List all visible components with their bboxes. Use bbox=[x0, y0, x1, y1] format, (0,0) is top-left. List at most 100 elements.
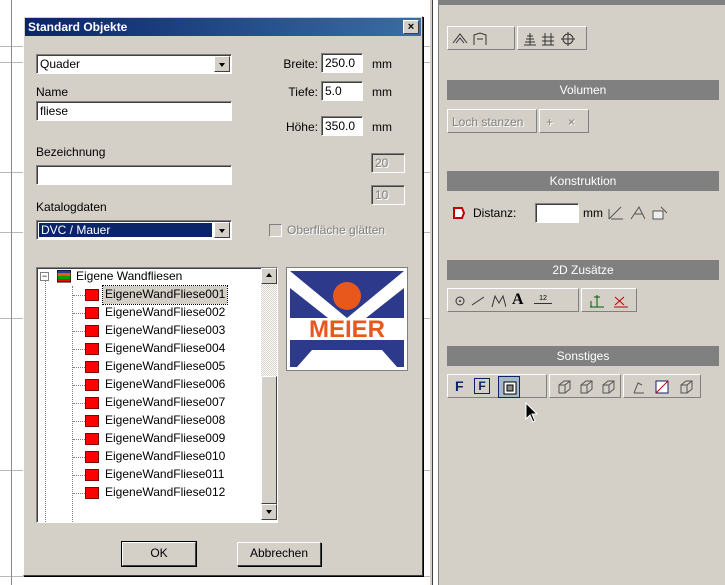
tree-line bbox=[73, 295, 85, 296]
tree-line bbox=[73, 421, 85, 422]
minus-icon[interactable]: × bbox=[568, 115, 575, 129]
zusaetze-toolbar: A 12 bbox=[447, 288, 647, 312]
collapse-icon[interactable]: − bbox=[40, 272, 49, 281]
distance-icon[interactable] bbox=[451, 205, 467, 221]
vertical-dimension-icon[interactable] bbox=[588, 293, 604, 309]
grid-line bbox=[11, 0, 12, 585]
loch-stanzen-label: Loch stanzen bbox=[452, 115, 524, 129]
distanz-field[interactable] bbox=[535, 203, 579, 223]
box-3d-icon[interactable] bbox=[556, 379, 572, 395]
chevron-down-icon[interactable] bbox=[214, 56, 230, 72]
object-snap-icon[interactable] bbox=[651, 205, 667, 221]
scroll-up-button[interactable] bbox=[261, 268, 277, 284]
name-label: Name bbox=[36, 85, 69, 99]
font-icon[interactable]: F bbox=[455, 378, 464, 394]
gradient-icon[interactable] bbox=[654, 379, 670, 395]
tree-item[interactable]: EigeneWandFliese002 bbox=[103, 304, 227, 322]
tree-line bbox=[73, 457, 85, 458]
polyline-icon[interactable] bbox=[490, 293, 506, 309]
shape-combo[interactable]: Quader bbox=[36, 54, 232, 74]
logo-text: MEIER bbox=[309, 316, 385, 343]
tree-line bbox=[73, 403, 85, 404]
tree-item[interactable]: EigeneWandFliese003 bbox=[103, 322, 227, 340]
tiefe-unit: mm bbox=[372, 85, 392, 99]
prism-3d-icon[interactable] bbox=[600, 379, 616, 395]
tree-item[interactable]: EigeneWandFliese007 bbox=[103, 394, 227, 412]
tree-root-label[interactable]: Eigene Wandfliesen bbox=[76, 268, 182, 286]
plus-icon[interactable]: + bbox=[546, 115, 553, 129]
konstruktion-toolbar: Distanz: mm bbox=[447, 201, 697, 225]
tree-line bbox=[73, 313, 85, 314]
spin-field-1-value: 20 bbox=[375, 156, 389, 170]
loch-stanzen-button[interactable]: Loch stanzen bbox=[447, 109, 537, 133]
section-header-volumen: Volumen bbox=[447, 80, 719, 100]
toolbar-group bbox=[447, 26, 515, 50]
ok-button[interactable]: OK bbox=[121, 541, 197, 567]
volumen-toolbar: Loch stanzen + × bbox=[447, 109, 597, 133]
spiral-stair-icon[interactable] bbox=[560, 31, 576, 47]
oberflaeche-checkbox bbox=[269, 224, 282, 237]
text-tool-icon[interactable]: A bbox=[512, 291, 524, 309]
name-field[interactable]: fliese bbox=[36, 101, 232, 121]
line-icon[interactable] bbox=[470, 293, 486, 309]
tree-line bbox=[73, 475, 85, 476]
font-frame-icon[interactable]: F bbox=[474, 378, 490, 394]
point-icon[interactable] bbox=[452, 293, 468, 309]
splitter-edge bbox=[432, 0, 433, 585]
axis-icon[interactable] bbox=[630, 379, 646, 395]
tiefe-field[interactable]: 5.0 bbox=[321, 81, 363, 101]
tool-panel: Volumen Loch stanzen + × Konstruktion Di… bbox=[438, 0, 725, 585]
bezeichnung-field[interactable] bbox=[36, 165, 232, 185]
scroll-down-button[interactable] bbox=[261, 504, 277, 520]
tree-item[interactable]: EigeneWandFliese009 bbox=[103, 430, 227, 448]
snap-icon[interactable] bbox=[629, 205, 645, 221]
tile-icon bbox=[85, 325, 99, 337]
toolbar-group bbox=[517, 26, 587, 50]
toolbar-group: F F bbox=[447, 374, 547, 398]
oberflaeche-label: Oberfläche glätten bbox=[287, 223, 386, 237]
grid-line bbox=[0, 576, 430, 577]
tree-item[interactable]: EigeneWandFliese008 bbox=[103, 412, 227, 430]
stairs-icon[interactable] bbox=[522, 31, 538, 47]
section-header-2d-zusaetze: 2D Zusätze bbox=[447, 260, 719, 280]
tree-item[interactable]: EigeneWandFliese010 bbox=[103, 448, 227, 466]
tree-line bbox=[73, 493, 85, 494]
breite-field[interactable]: 250.0 bbox=[321, 53, 363, 73]
dialog-titlebar[interactable]: Standard Objekte × bbox=[25, 18, 421, 36]
tile-icon bbox=[85, 361, 99, 373]
spin-field-2-value: 10 bbox=[375, 188, 389, 202]
volumen-ops-group: + × bbox=[539, 109, 589, 133]
tile-icon bbox=[85, 343, 99, 355]
library-object-button[interactable] bbox=[498, 376, 520, 398]
frame-icon[interactable] bbox=[472, 31, 488, 47]
distanz-label: Distanz: bbox=[473, 206, 517, 220]
tree-item[interactable]: EigeneWandFliese011 bbox=[103, 466, 226, 484]
tiefe-field-value: 5.0 bbox=[325, 84, 342, 98]
measure-icon[interactable] bbox=[607, 205, 623, 221]
tree-scrollbar[interactable] bbox=[261, 268, 277, 520]
close-button[interactable]: × bbox=[403, 20, 419, 34]
wireframe-cube-icon[interactable] bbox=[678, 379, 694, 395]
katalog-combo[interactable]: DVC / Mauer bbox=[36, 220, 232, 240]
bezeichnung-label: Bezeichnung bbox=[36, 145, 106, 159]
dimension-icon[interactable]: 12 bbox=[534, 295, 552, 304]
name-field-value: fliese bbox=[40, 104, 69, 118]
hoehe-field[interactable]: 350.0 bbox=[321, 116, 363, 136]
tree-item[interactable]: EigeneWandFliese001 bbox=[101, 285, 229, 305]
tree-line bbox=[73, 349, 85, 350]
section-header-sonstiges: Sonstiges bbox=[447, 346, 719, 366]
tree-item[interactable]: EigeneWandFliese004 bbox=[103, 340, 227, 358]
tile-icon bbox=[85, 433, 99, 445]
tree-item[interactable]: EigeneWandFliese006 bbox=[103, 376, 227, 394]
fliesen-tree[interactable]: − Eigene Wandfliesen EigeneWandFliese001… bbox=[36, 267, 278, 523]
scroll-thumb[interactable] bbox=[261, 376, 277, 504]
delete-dimension-icon[interactable] bbox=[612, 293, 628, 309]
stairs-2-icon[interactable] bbox=[540, 31, 556, 47]
chevron-down-icon[interactable] bbox=[214, 222, 230, 238]
cancel-button[interactable]: Abbrechen bbox=[237, 542, 321, 566]
cube-3d-icon[interactable] bbox=[578, 379, 594, 395]
tree-item[interactable]: EigeneWandFliese012 bbox=[103, 484, 227, 502]
tree-item[interactable]: EigeneWandFliese005 bbox=[103, 358, 227, 376]
catalog-logo: MEIER bbox=[286, 267, 408, 371]
roof-icon[interactable] bbox=[452, 31, 468, 47]
